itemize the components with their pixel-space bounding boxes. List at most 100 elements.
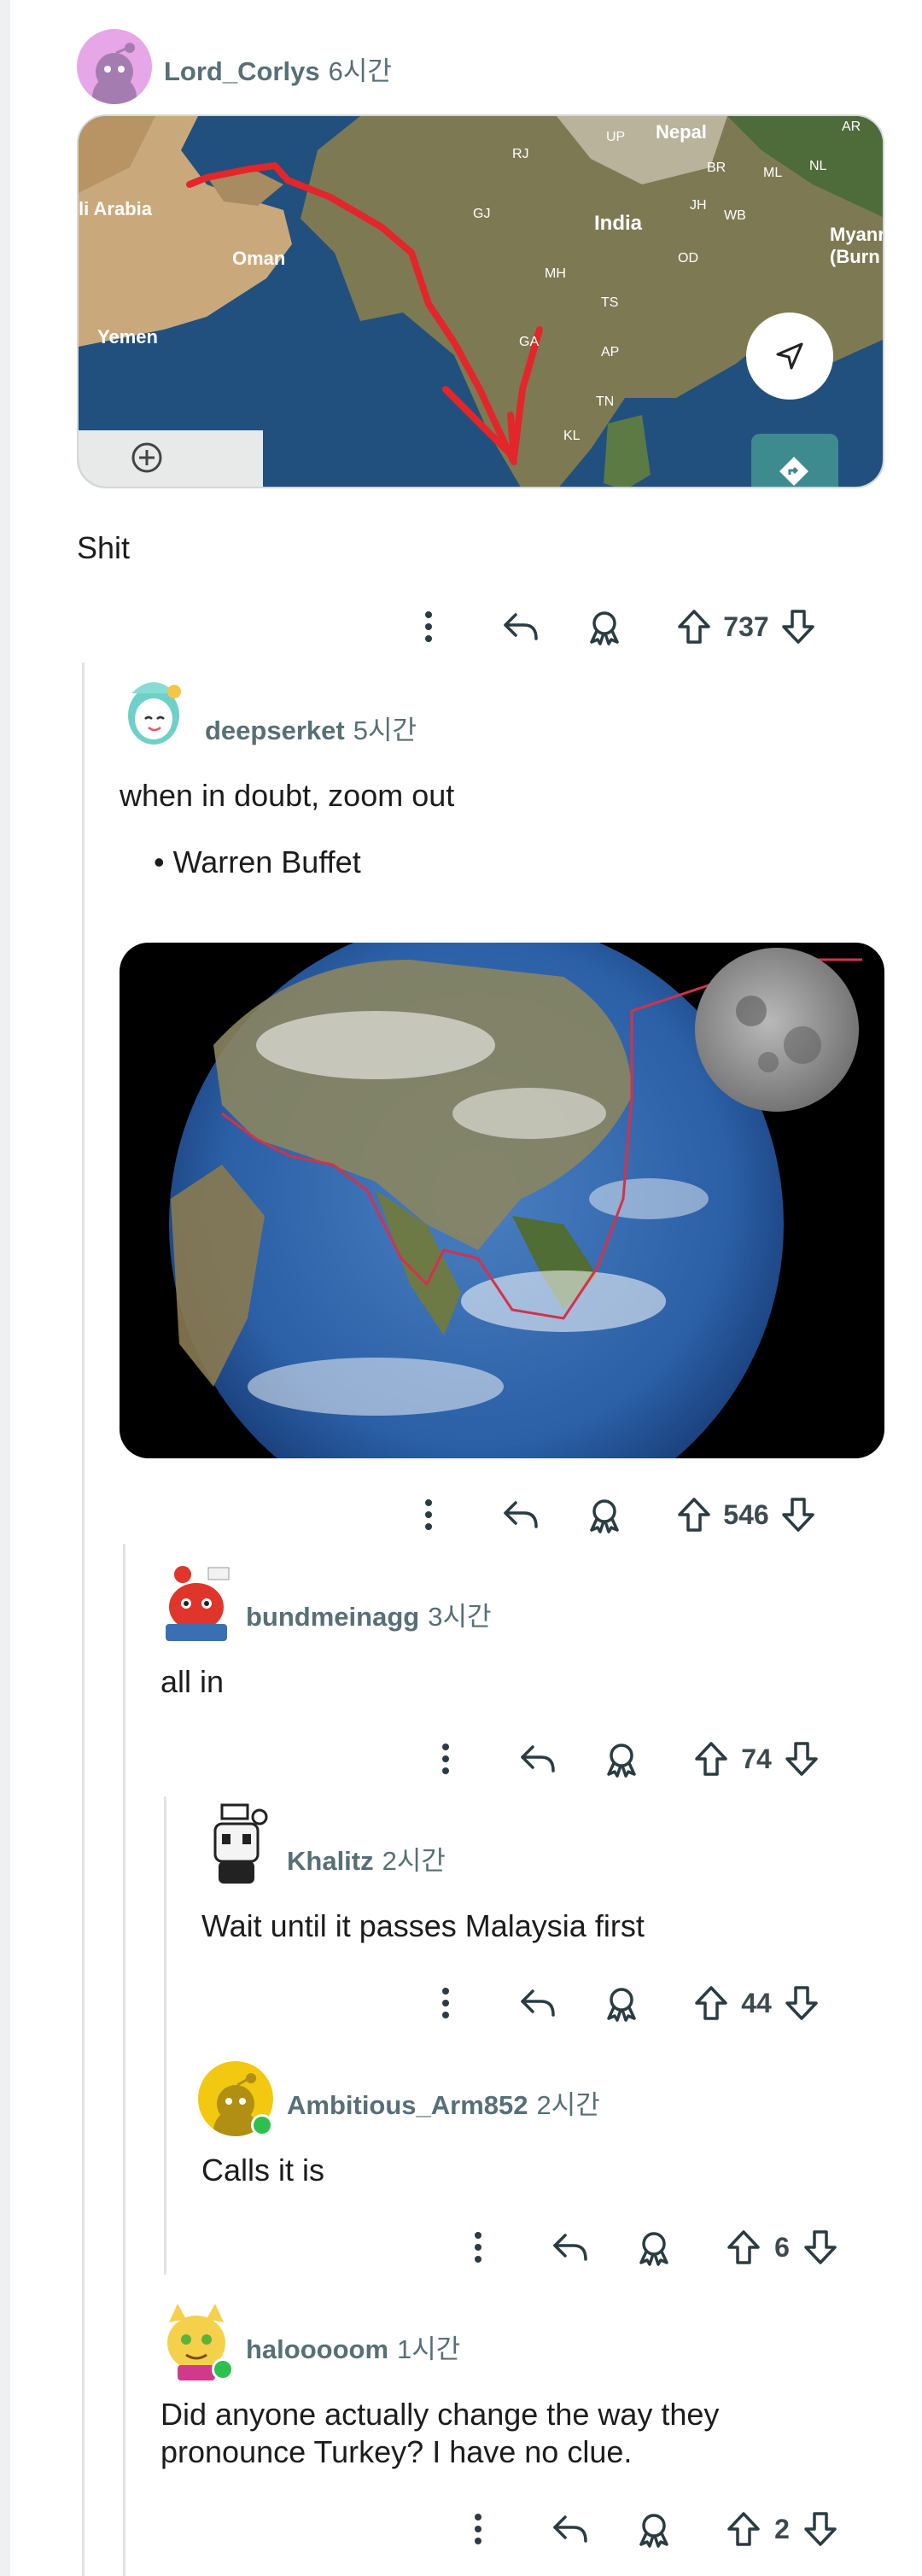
more-button[interactable] bbox=[410, 601, 447, 652]
online-status-dot bbox=[212, 2358, 234, 2380]
map-label-gj: GJ bbox=[473, 207, 491, 221]
more-icon bbox=[425, 611, 432, 642]
avatar[interactable] bbox=[77, 29, 152, 104]
avatar[interactable] bbox=[157, 1559, 236, 1644]
comment-text: Wait until it passes Malaysia first bbox=[201, 1908, 645, 1943]
vote-score: 44 bbox=[741, 1988, 772, 2018]
map-label-ml: ML bbox=[763, 166, 783, 180]
upvote-button[interactable] bbox=[690, 1977, 732, 2029]
award-button[interactable] bbox=[596, 1733, 647, 1785]
username[interactable]: deepserket bbox=[205, 716, 345, 745]
comment-actions: 546 bbox=[401, 1489, 862, 1540]
map-label-br: BR bbox=[707, 161, 727, 175]
earth-image[interactable] bbox=[120, 943, 884, 1458]
more-button[interactable] bbox=[459, 2222, 497, 2273]
award-button[interactable] bbox=[628, 2222, 680, 2273]
comment-actions: 44 bbox=[418, 1977, 862, 2029]
map-label-rj: RJ bbox=[512, 147, 529, 161]
reply-button[interactable] bbox=[545, 2503, 596, 2555]
map-label-yemen: Yemen bbox=[97, 326, 158, 348]
avatar[interactable] bbox=[114, 668, 193, 756]
award-icon bbox=[639, 2232, 668, 2266]
reply-button[interactable] bbox=[512, 1977, 563, 2029]
award-button[interactable] bbox=[579, 601, 630, 652]
comment-actions: 74 bbox=[418, 1733, 862, 1785]
comment-text: all in bbox=[160, 1664, 225, 1699]
award-button[interactable] bbox=[628, 2503, 680, 2555]
downvote-icon bbox=[804, 2512, 837, 2546]
award-icon bbox=[607, 1988, 636, 2022]
upvote-button[interactable] bbox=[722, 2222, 765, 2273]
map-label-ar: AR bbox=[842, 120, 861, 134]
username[interactable]: Lord_Corlys bbox=[164, 56, 320, 86]
map-label-nepal: Nepal bbox=[656, 121, 707, 143]
navigate-icon bbox=[776, 342, 803, 370]
map-label-up: UP bbox=[606, 130, 626, 144]
map-label-oman: Oman bbox=[232, 248, 286, 269]
zoom-in-button[interactable] bbox=[130, 441, 164, 475]
downvote-button[interactable] bbox=[780, 1977, 823, 2029]
upvote-icon bbox=[727, 2230, 760, 2264]
award-button[interactable] bbox=[596, 1977, 647, 2029]
map-image[interactable]: li Arabia Oman Yemen Nepal India Myanr (… bbox=[77, 114, 884, 488]
map-label-nl: NL bbox=[809, 159, 827, 173]
username[interactable]: Ambitious_Arm852 bbox=[287, 2090, 528, 2120]
reply-icon bbox=[504, 1501, 538, 1528]
username[interactable]: Khalitz bbox=[287, 1846, 374, 1876]
upvote-button[interactable] bbox=[673, 1489, 715, 1540]
timestamp: 1시간 bbox=[397, 2334, 461, 2364]
username-row: halooooom 1시간 bbox=[246, 2328, 460, 2366]
downvote-button[interactable] bbox=[780, 1733, 823, 1785]
username-row: Ambitious_Arm852 2시간 bbox=[287, 2083, 600, 2122]
comment-bullet: • Warren Buffet bbox=[154, 844, 361, 881]
reply-icon bbox=[521, 1745, 555, 1773]
award-button[interactable] bbox=[579, 1489, 630, 1540]
reply-button[interactable] bbox=[512, 1733, 563, 1785]
comment-actions: 6 bbox=[451, 2222, 862, 2273]
avatar[interactable] bbox=[196, 1798, 277, 1887]
downvote-button[interactable] bbox=[799, 2222, 842, 2273]
map-label-india: India bbox=[594, 212, 643, 235]
username[interactable]: halooooom bbox=[246, 2334, 388, 2364]
reply-button[interactable] bbox=[545, 2222, 596, 2273]
downvote-button[interactable] bbox=[777, 601, 820, 652]
more-button[interactable] bbox=[410, 1489, 447, 1540]
more-button[interactable] bbox=[427, 1977, 464, 2029]
reply-icon bbox=[504, 613, 538, 640]
map-label-jh: JH bbox=[690, 198, 707, 213]
username-row: deepserket 5시간 bbox=[205, 709, 417, 747]
upvote-button[interactable] bbox=[722, 2503, 765, 2555]
directions-button[interactable] bbox=[777, 454, 811, 487]
navigate-button[interactable] bbox=[746, 313, 833, 400]
timestamp: 6시간 bbox=[328, 56, 392, 86]
username-row: Lord_Corlys 6시간 bbox=[164, 50, 392, 88]
more-button[interactable] bbox=[427, 1733, 464, 1785]
directions-icon bbox=[779, 457, 808, 486]
upvote-button[interactable] bbox=[673, 601, 715, 652]
more-icon bbox=[442, 1744, 449, 1774]
map-label-tn: TN bbox=[596, 394, 615, 409]
upvote-icon bbox=[695, 1986, 727, 2020]
downvote-icon bbox=[804, 2230, 837, 2264]
upvote-icon bbox=[678, 610, 710, 644]
upvote-button[interactable] bbox=[690, 1733, 732, 1785]
bullet-mark: • bbox=[154, 844, 173, 879]
timestamp: 3시간 bbox=[428, 1602, 492, 1632]
timestamp: 2시간 bbox=[536, 2090, 600, 2120]
more-icon bbox=[425, 1499, 432, 1530]
comment-text: Calls it is bbox=[201, 2153, 325, 2188]
map-label-od: OD bbox=[678, 251, 698, 266]
vote-score: 2 bbox=[774, 2514, 790, 2544]
zoom-in-icon bbox=[131, 442, 162, 473]
upvote-icon bbox=[678, 1498, 710, 1532]
award-icon bbox=[607, 1744, 636, 1778]
downvote-button[interactable] bbox=[799, 2503, 842, 2555]
upvote-icon bbox=[727, 2512, 760, 2546]
downvote-button[interactable] bbox=[777, 1489, 820, 1540]
reply-button[interactable] bbox=[495, 1489, 546, 1540]
more-icon bbox=[442, 1988, 449, 2018]
username[interactable]: bundmeinagg bbox=[246, 1602, 419, 1632]
reply-button[interactable] bbox=[495, 601, 546, 652]
bullet-text: Warren Buffet bbox=[172, 844, 361, 879]
more-button[interactable] bbox=[459, 2503, 497, 2555]
